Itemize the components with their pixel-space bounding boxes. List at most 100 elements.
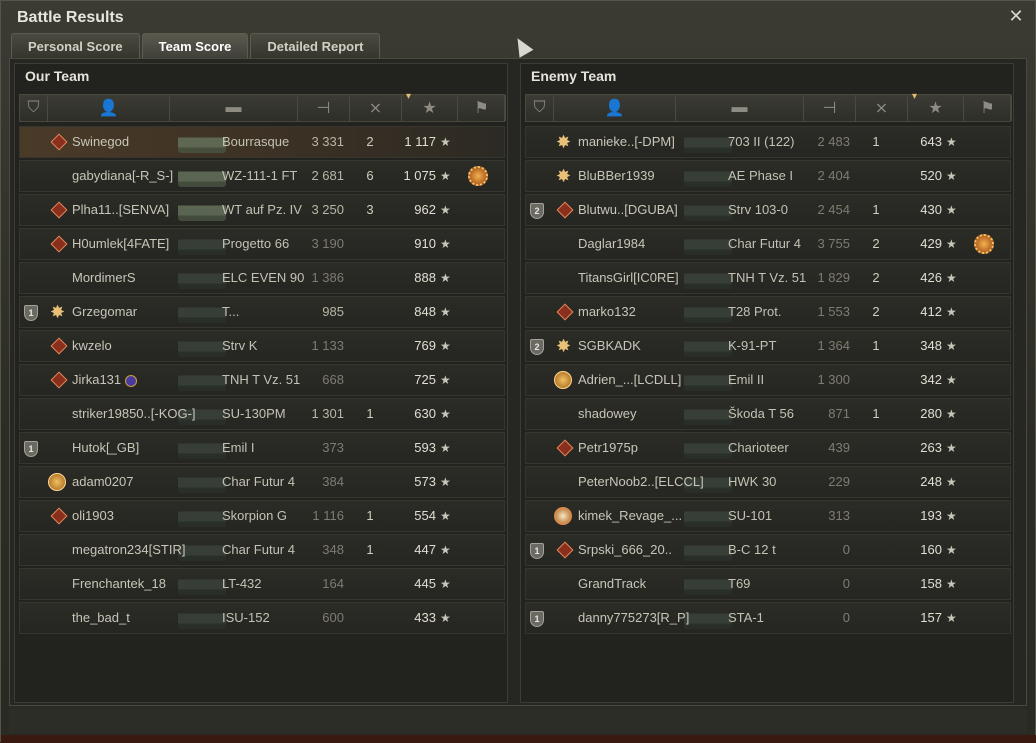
- player-name[interactable]: GrandTrack: [578, 569, 708, 599]
- player-name[interactable]: Plha11..[SENVA]: [72, 195, 202, 225]
- enemy-team-player-row[interactable]: Petr1975p Charioteer 439 263 ★: [525, 432, 1011, 464]
- our-team-player-row[interactable]: MordimerS ELC EVEN 90 1 386 888 ★: [19, 262, 505, 294]
- our-team-player-row[interactable]: Jirka131 TNH T Vz. 51 668 725 ★: [19, 364, 505, 396]
- our-team-player-row[interactable]: 1 ✸ Grzegomar T... 985 848 ★: [19, 296, 505, 328]
- player-name[interactable]: adam0207: [72, 467, 202, 497]
- player-name[interactable]: MordimerS: [72, 263, 202, 293]
- enemy-team-player-row[interactable]: marko132 T28 Prot. 1 553 2 412 ★: [525, 296, 1011, 328]
- our-team-player-row[interactable]: Swinegod Bourrasque 3 331 2 1 117 ★: [19, 126, 505, 158]
- player-name[interactable]: Swinegod: [72, 127, 202, 157]
- our-team-player-row[interactable]: megatron234[STIR] Char Futur 4 348 1 447 ★: [19, 534, 505, 566]
- player-name[interactable]: marko132: [578, 297, 708, 327]
- tab-detailed-report[interactable]: Detailed Report: [250, 33, 381, 58]
- our-team-tank-icon[interactable]: ▬: [170, 95, 298, 121]
- our-team-player-row[interactable]: H0umlek[4FATE] Progetto 66 3 190 910 ★: [19, 228, 505, 260]
- player-name[interactable]: Blutwu..[DGUBA]: [578, 195, 708, 225]
- our-team-medal-icon[interactable]: ⚑: [458, 95, 506, 121]
- score-value: 573: [414, 474, 436, 489]
- player-name[interactable]: gabydiana[-R_S-]: [72, 161, 202, 191]
- enemy-team-player-row[interactable]: 2 Blutwu..[DGUBA] Strv 103-0 2 454 1 430 ★: [525, 194, 1011, 226]
- enemy-team-player-row[interactable]: 2 ✸ SGBKADK K-91-PT 1 364 1 348 ★: [525, 330, 1011, 362]
- enemy-team-damage-icon[interactable]: ⊣: [804, 95, 856, 121]
- enemy-team-player-row[interactable]: 1 danny775273[R_P] STA-1 0 157 ★: [525, 602, 1011, 634]
- player-name[interactable]: kwzelo: [72, 331, 202, 361]
- player-name[interactable]: PeterNoob2..[ELCCL]: [578, 467, 708, 497]
- enemy-team-tank-icon[interactable]: ▬: [676, 95, 804, 121]
- player-name[interactable]: megatron234[STIR]: [72, 535, 202, 565]
- player-name-text: Jirka131: [72, 372, 122, 387]
- enemy-team-medal-icon[interactable]: ⚑: [964, 95, 1012, 121]
- enemy-team-player-row[interactable]: PeterNoob2..[ELCCL] HWK 30 229 248 ★: [525, 466, 1011, 498]
- footer-bar: [9, 709, 1027, 733]
- player-name[interactable]: oli1903: [72, 501, 202, 531]
- enemy-team-player-row[interactable]: ✸ manieke..[-DPM] 703 II (122) 2 483 1 643 ★: [525, 126, 1011, 158]
- enemy-team-badge-icon[interactable]: ⛉: [526, 95, 554, 121]
- kills-value: 1: [872, 202, 880, 217]
- rank-icon-cell: [48, 331, 70, 361]
- player-name[interactable]: the_bad_t: [72, 603, 202, 633]
- our-team-player-row[interactable]: oli1903 Skorpion G1 116 1 554 ★: [19, 500, 505, 532]
- enemy-team-kills-icon[interactable]: ⨯: [856, 95, 908, 121]
- our-team-kills-icon[interactable]: ⨯: [350, 95, 402, 121]
- our-team-player-row[interactable]: kwzelo Strv K1 133 769 ★: [19, 330, 505, 362]
- player-name[interactable]: TitansGirl[IC0RE]: [578, 263, 708, 293]
- player-name[interactable]: Adrien_...[LCDLL]: [578, 365, 708, 395]
- enemy-team-player-icon[interactable]: 👤: [554, 95, 676, 121]
- our-team-badge-icon[interactable]: ⛉: [20, 95, 48, 121]
- rank-icon-cell: [48, 603, 70, 633]
- player-name[interactable]: Daglar1984: [578, 229, 708, 259]
- enemy-team-player-row[interactable]: ✸ BluBBer1939 AE Phase I2 404 520 ★: [525, 160, 1011, 192]
- enemy-team-player-row[interactable]: TitansGirl[IC0RE] TNH T Vz. 51 1 829 2 426 ★: [525, 262, 1011, 294]
- enemy-team-title: Enemy Team: [531, 68, 617, 84]
- our-team-player-row[interactable]: adam0207 Char Futur 4 384 573 ★: [19, 466, 505, 498]
- close-icon[interactable]: ✕: [1007, 7, 1025, 25]
- enemy-team-score-star-icon[interactable]: ★ ▾: [908, 91, 964, 121]
- tab-team-score[interactable]: Team Score: [141, 33, 249, 58]
- damage-value: 439: [828, 440, 850, 455]
- player-name[interactable]: SGBKADK: [578, 331, 708, 361]
- our-team-player-row[interactable]: the_bad_t ISU-152 600 433 ★: [19, 602, 505, 634]
- our-team-damage-icon[interactable]: ⊣: [298, 95, 350, 121]
- score-value: 412: [920, 304, 942, 319]
- platoon-badge-cell: [530, 467, 550, 497]
- enemy-team-player-row[interactable]: GrandTrack T69 0 158 ★: [525, 568, 1011, 600]
- player-name[interactable]: striker19850..[-KOG-]: [72, 399, 202, 429]
- kills-value: [360, 263, 380, 293]
- rank-coin-icon: [48, 473, 66, 491]
- player-name-text: manieke..[-DPM]: [578, 134, 675, 149]
- score-value: 429: [920, 236, 942, 251]
- medal-icon[interactable]: [974, 234, 994, 254]
- our-team-player-row[interactable]: 1 Hutok[_GB] Emil I 373 593 ★: [19, 432, 505, 464]
- player-name[interactable]: shadowey: [578, 399, 708, 429]
- player-name[interactable]: kimek_Revage_...: [578, 501, 708, 531]
- player-name[interactable]: Srpski_666_20..: [578, 535, 708, 565]
- kills-value: 1: [872, 338, 880, 353]
- player-name[interactable]: Hutok[_GB]: [72, 433, 202, 463]
- score-star-icon: ★: [440, 237, 451, 251]
- enemy-team-player-row[interactable]: kimek_Revage_... SU-101 313 193 ★: [525, 500, 1011, 532]
- player-name[interactable]: BluBBer1939: [578, 161, 708, 191]
- player-name-text: BluBBer1939: [578, 168, 655, 183]
- our-team-player-icon[interactable]: 👤: [48, 95, 170, 121]
- platoon-badge-cell: 1: [24, 297, 44, 327]
- medal-icon[interactable]: [468, 166, 488, 186]
- our-team-player-row[interactable]: striker19850..[-KOG-] SU-130PM 1 301 1 630 ★: [19, 398, 505, 430]
- player-name[interactable]: Frenchantek_18: [72, 569, 202, 599]
- enemy-team-player-row[interactable]: Adrien_...[LCDLL] Emil II 1 300 342 ★: [525, 364, 1011, 396]
- our-team-player-row[interactable]: Plha11..[SENVA] WT auf Pz. IV 3 250 3 962 ★: [19, 194, 505, 226]
- enemy-team-player-row[interactable]: 1 Srpski_666_20.. B-C 12 t 0 160 ★: [525, 534, 1011, 566]
- enemy-team-player-row[interactable]: Daglar1984 Char Futur 43 755 2 429 ★: [525, 228, 1011, 260]
- enemy-team-column-header: ⛉ 👤 ▬ ⊣ ⨯ ★ ▾ ⚑: [525, 91, 1012, 122]
- our-team-player-row[interactable]: gabydiana[-R_S-] WZ-111-1 FT 2 681 6 1 075 ★: [19, 160, 505, 192]
- score-value: 520: [920, 168, 942, 183]
- player-name[interactable]: manieke..[-DPM]: [578, 127, 708, 157]
- our-team-score-star-icon[interactable]: ★ ▾: [402, 91, 458, 121]
- player-name[interactable]: Grzegomar: [72, 297, 202, 327]
- player-name[interactable]: Jirka131: [72, 365, 202, 395]
- player-name[interactable]: danny775273[R_P]: [578, 603, 708, 633]
- tab-personal-score[interactable]: Personal Score: [11, 33, 140, 58]
- enemy-team-player-row[interactable]: shadowey Škoda T 56 871 1 280 ★: [525, 398, 1011, 430]
- player-name[interactable]: H0umlek[4FATE]: [72, 229, 202, 259]
- our-team-player-row[interactable]: Frenchantek_18 LT-432 164 445 ★: [19, 568, 505, 600]
- player-name[interactable]: Petr1975p: [578, 433, 708, 463]
